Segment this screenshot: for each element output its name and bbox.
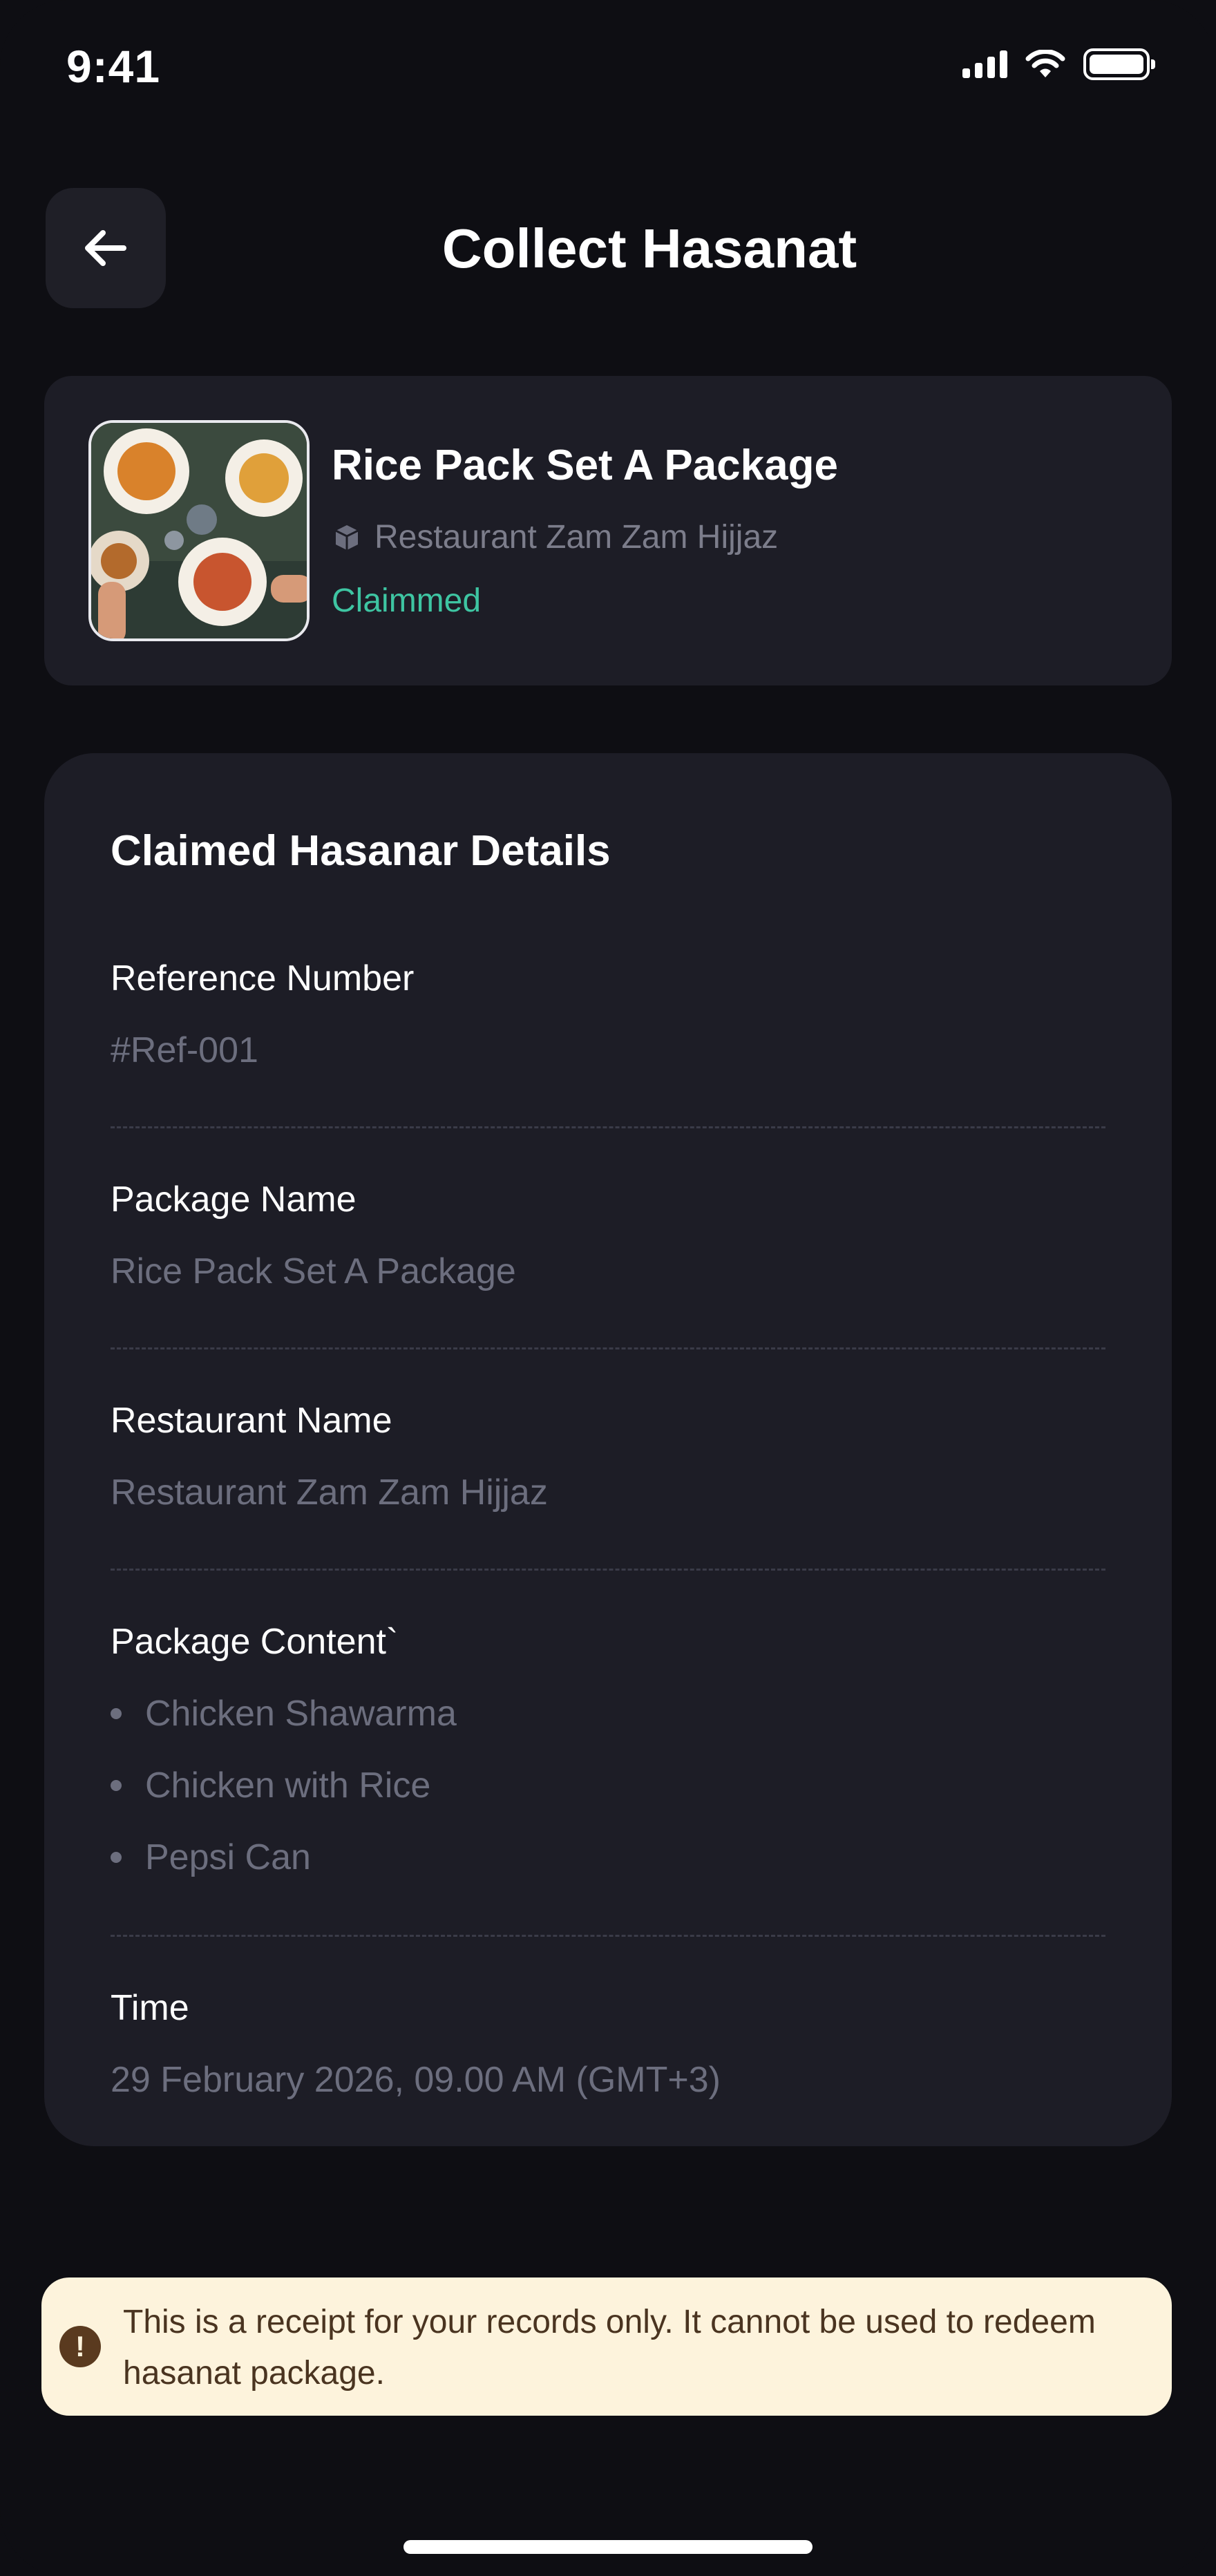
app-screen: 9:41 Collect Hasanat Rice Pack Set A Pac… xyxy=(0,0,1216,2576)
alert-icon: ! xyxy=(59,2326,101,2367)
time-value: 29 February 2026, 09.00 AM (GMT+3) xyxy=(111,2060,721,2100)
content-item: Chicken with Rice xyxy=(111,1765,430,1806)
receipt-notice: ! This is a receipt for your records onl… xyxy=(41,2277,1172,2416)
time-label: Time xyxy=(111,1988,189,2028)
cellular-signal-icon xyxy=(962,50,1007,78)
package-restaurant-label: Restaurant Zam Zam Hijjaz xyxy=(374,519,779,556)
reference-label: Reference Number xyxy=(111,958,415,998)
package-status: Claimmed xyxy=(332,583,482,619)
divider xyxy=(111,1569,1105,1571)
details-card: Claimed Hasanar Details Reference Number… xyxy=(44,753,1172,2146)
bullet-icon xyxy=(111,1708,122,1719)
divider xyxy=(111,1935,1105,1937)
battery-icon xyxy=(1083,48,1155,80)
package-name-label: Package Name xyxy=(111,1180,357,1220)
box-icon xyxy=(335,524,359,550)
details-title: Claimed Hasanar Details xyxy=(111,827,611,875)
restaurant-name-label: Restaurant Name xyxy=(111,1401,392,1441)
package-name: Rice Pack Set A Package xyxy=(332,442,838,489)
content-item-label: Pepsi Can xyxy=(145,1837,311,1877)
content-item: Chicken Shawarma xyxy=(111,1693,457,1734)
notice-text: This is a receipt for your records only.… xyxy=(123,2304,1096,2392)
divider xyxy=(111,1347,1105,1349)
reference-value: #Ref-001 xyxy=(111,1030,258,1070)
package-name-value: Rice Pack Set A Package xyxy=(111,1251,516,1291)
package-restaurant: Restaurant Zam Zam Hijjaz xyxy=(332,518,778,556)
bullet-icon xyxy=(111,1852,122,1863)
page-title: Collect Hasanat xyxy=(441,218,857,279)
content-item-label: Chicken with Rice xyxy=(145,1765,431,1806)
content-item-label: Chicken Shawarma xyxy=(145,1694,457,1734)
package-content-label: Package Content` xyxy=(111,1622,399,1662)
divider xyxy=(111,1126,1105,1128)
restaurant-name-value: Restaurant Zam Zam Hijjaz xyxy=(111,1472,548,1513)
content-item: Pepsi Can xyxy=(111,1837,311,1878)
package-image xyxy=(88,420,310,641)
status-time: 9:41 xyxy=(66,41,161,92)
status-icons xyxy=(962,48,1155,80)
package-card[interactable]: Rice Pack Set A Package Restaurant Zam Z… xyxy=(44,376,1172,685)
wifi-icon xyxy=(1025,50,1065,77)
bullet-icon xyxy=(111,1780,122,1791)
home-indicator[interactable] xyxy=(403,2540,813,2554)
